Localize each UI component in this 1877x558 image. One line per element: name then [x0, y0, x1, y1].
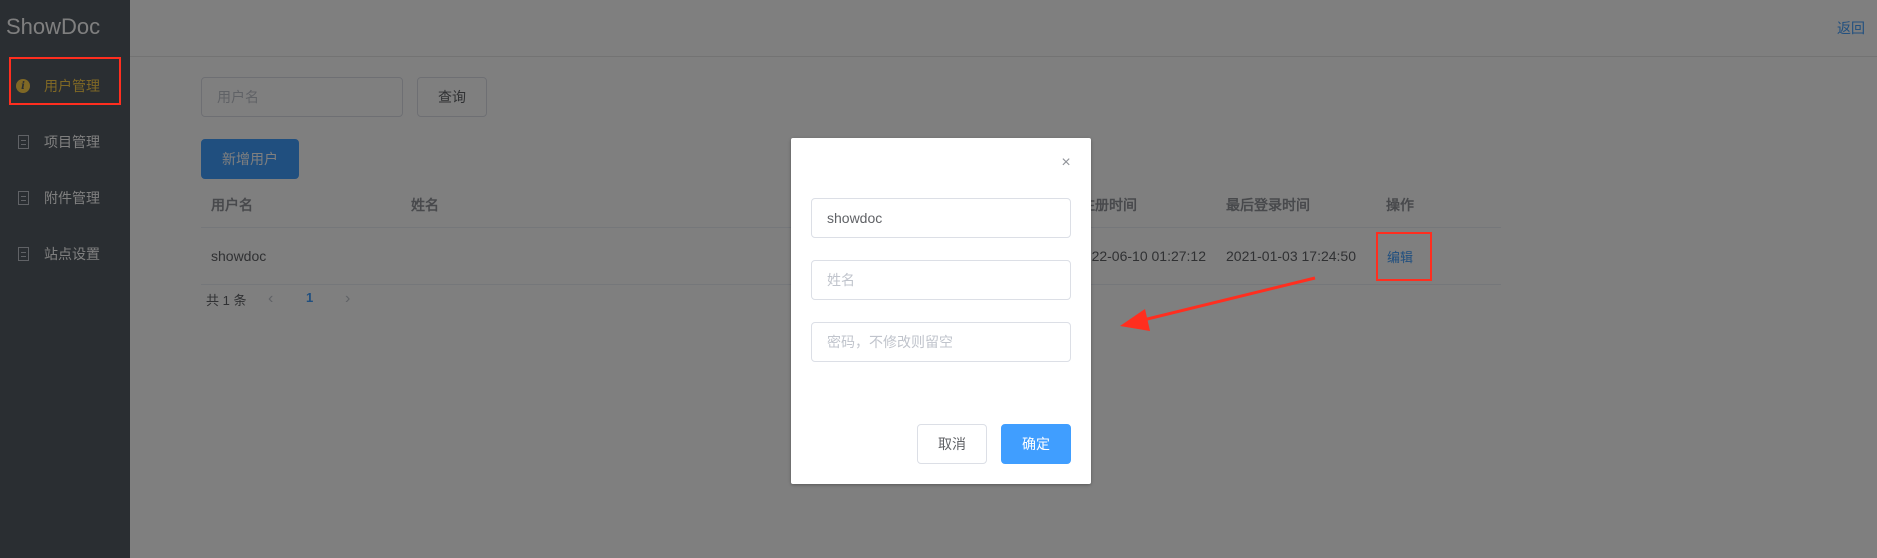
- dialog-password-input[interactable]: [811, 322, 1071, 362]
- dialog-name-input[interactable]: [811, 260, 1071, 300]
- annotation-highlight-box: [1376, 232, 1432, 281]
- close-icon[interactable]: ×: [1059, 155, 1073, 171]
- dialog-username-input[interactable]: [811, 198, 1071, 238]
- edit-user-dialog: × 取消 确定: [791, 138, 1091, 484]
- confirm-button[interactable]: 确定: [1001, 424, 1071, 464]
- annotation-highlight-box: [9, 57, 121, 105]
- cancel-button[interactable]: 取消: [917, 424, 987, 464]
